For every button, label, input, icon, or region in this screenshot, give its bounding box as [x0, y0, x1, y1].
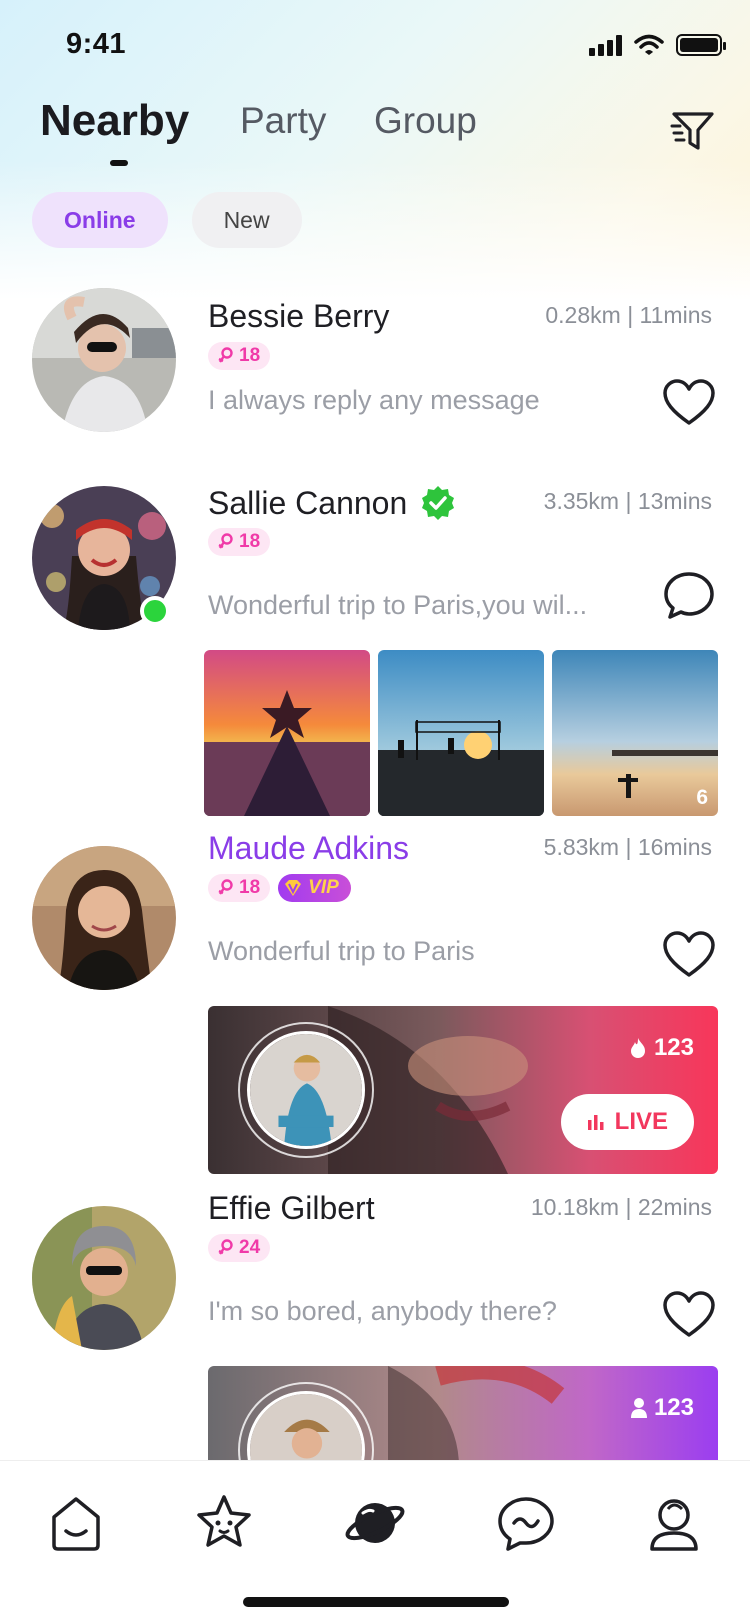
avatar-photo: [32, 1206, 176, 1350]
tab-nearby[interactable]: Nearby: [40, 96, 189, 146]
status-time: 9:41: [66, 28, 127, 60]
cellular-signal-icon: [589, 34, 622, 56]
chat-bubble-icon[interactable]: [662, 570, 716, 620]
female-age-badge: 18: [208, 874, 271, 902]
tab-party[interactable]: Party: [240, 100, 326, 142]
avatar-photo: [32, 846, 176, 990]
gallery-photo[interactable]: [378, 650, 544, 816]
live-button-label: LIVE: [614, 1108, 668, 1135]
chip-new[interactable]: New: [191, 192, 302, 248]
beach-volleyball-photo: [378, 650, 544, 816]
viewer-count-text: 123: [653, 1034, 694, 1061]
distance-time: 5.83km | 16mins: [543, 834, 712, 860]
female-age-badge: 18: [208, 342, 271, 370]
battery-icon: [676, 34, 726, 56]
home-indicator[interactable]: [243, 1597, 509, 1607]
star-face-icon[interactable]: [192, 1491, 256, 1555]
filter-chips[interactable]: Online New: [32, 192, 302, 248]
user-name[interactable]: Effie Gilbert: [208, 1190, 375, 1227]
female-icon: [218, 879, 233, 895]
status-message: Wonderful trip to Paris,you wil...: [208, 590, 588, 620]
status-message: Wonderful trip to Paris: [208, 936, 475, 966]
planet-icon[interactable]: [343, 1491, 407, 1555]
distance-time: 10.18km | 22mins: [530, 1194, 712, 1220]
active-tab-indicator: [110, 160, 128, 166]
online-status-dot: [140, 596, 170, 626]
age-text: 18: [239, 531, 261, 552]
starfish-sunset-photo: [204, 650, 370, 816]
vip-gem-icon: [285, 880, 302, 896]
user-name-text: Effie Gilbert: [208, 1190, 375, 1226]
photo-count: 6: [696, 786, 708, 809]
live-stream-card[interactable]: 123 LIVE: [208, 1006, 718, 1174]
avatar-photo: [32, 288, 176, 432]
chip-online[interactable]: Online: [32, 192, 168, 248]
person-icon: [630, 1398, 647, 1418]
filter-icon[interactable]: [670, 108, 716, 154]
female-age-badge: 24: [208, 1234, 271, 1262]
age-text: 18: [239, 877, 261, 898]
wifi-icon: [634, 34, 664, 55]
flame-icon: [630, 1038, 645, 1058]
equalizer-icon: [587, 1115, 604, 1130]
user-name[interactable]: Maude Adkins: [208, 830, 409, 867]
vip-label: VIP: [308, 877, 339, 898]
badge-row: 24: [208, 1234, 271, 1262]
live-viewer-count: 123: [628, 1034, 694, 1062]
status-icons: [589, 34, 726, 56]
user-name[interactable]: Sallie Cannon: [208, 484, 457, 522]
avatar[interactable]: [32, 1206, 176, 1350]
user-name[interactable]: Bessie Berry: [208, 298, 389, 335]
user-name-text: Sallie Cannon: [208, 484, 408, 521]
pier-surfer-photo: [552, 650, 718, 816]
live-button[interactable]: LIVE: [560, 1094, 694, 1150]
badge-row: 18 VIP: [208, 874, 351, 902]
gallery-photo[interactable]: [204, 650, 370, 816]
heart-icon[interactable]: [662, 378, 716, 428]
profile-icon[interactable]: [642, 1491, 706, 1555]
live-host-avatar-ring[interactable]: [238, 1022, 374, 1158]
female-icon: [218, 1239, 233, 1255]
badge-row: 18: [208, 528, 271, 556]
bottom-tab-bar[interactable]: [0, 1460, 750, 1624]
female-icon: [218, 347, 233, 363]
user-name-text: Bessie Berry: [208, 298, 390, 334]
female-age-badge: 18: [208, 528, 271, 556]
photo-gallery[interactable]: 6: [204, 650, 718, 816]
home-icon[interactable]: [44, 1491, 108, 1555]
vip-badge: VIP: [278, 874, 351, 902]
status-message: I always reply any message: [208, 385, 540, 415]
gallery-photo[interactable]: 6: [552, 650, 718, 816]
status-bar: 9:41: [0, 0, 750, 90]
age-text: 18: [239, 345, 261, 366]
user-name-text: Maude Adkins: [208, 830, 410, 866]
live-host-avatar: [250, 1034, 362, 1146]
tab-group[interactable]: Group: [374, 100, 477, 142]
party-host-avatar: [250, 1394, 362, 1460]
female-icon: [218, 533, 233, 549]
party-participant-count: 123: [630, 1394, 694, 1422]
avatar[interactable]: [32, 288, 176, 432]
party-room-card[interactable]: 123: [208, 1366, 718, 1460]
verified-badge-icon: [422, 486, 455, 520]
heart-icon[interactable]: [662, 930, 716, 980]
distance-time: 0.28km | 11mins: [545, 302, 712, 328]
badge-row: 18: [208, 342, 271, 370]
age-text: 24: [239, 1237, 261, 1258]
heart-icon[interactable]: [662, 1290, 716, 1340]
distance-time: 3.35km | 13mins: [543, 488, 712, 514]
avatar[interactable]: [32, 846, 176, 990]
participant-count-text: 123: [653, 1394, 694, 1421]
status-message: I'm so bored, anybody there?: [208, 1296, 557, 1326]
message-icon[interactable]: [494, 1491, 558, 1555]
